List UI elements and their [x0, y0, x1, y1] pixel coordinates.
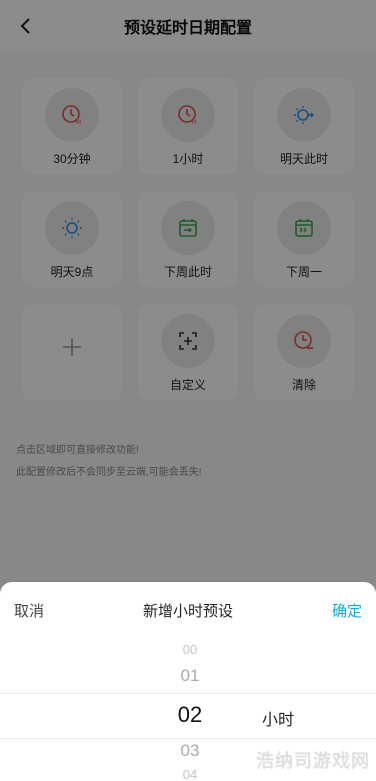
sheet-header: 新增小时预设 取消 确定 — [0, 582, 376, 636]
picker-option[interactable]: 01 — [150, 666, 230, 686]
picker-option[interactable]: 04 — [150, 767, 230, 781]
picker-selected-option[interactable]: 02 — [150, 702, 230, 728]
picker-divider — [0, 693, 376, 694]
confirm-button[interactable]: 确定 — [332, 600, 362, 621]
cancel-button[interactable]: 取消 — [14, 600, 44, 621]
picker-divider — [0, 738, 376, 739]
sheet-title: 新增小时预设 — [142, 603, 233, 620]
picker-unit: 小时 — [262, 712, 295, 729]
picker-option[interactable]: 03 — [150, 741, 230, 761]
watermark: 浩纳司游戏网 — [256, 751, 370, 771]
picker-option[interactable]: 00 — [150, 642, 230, 657]
